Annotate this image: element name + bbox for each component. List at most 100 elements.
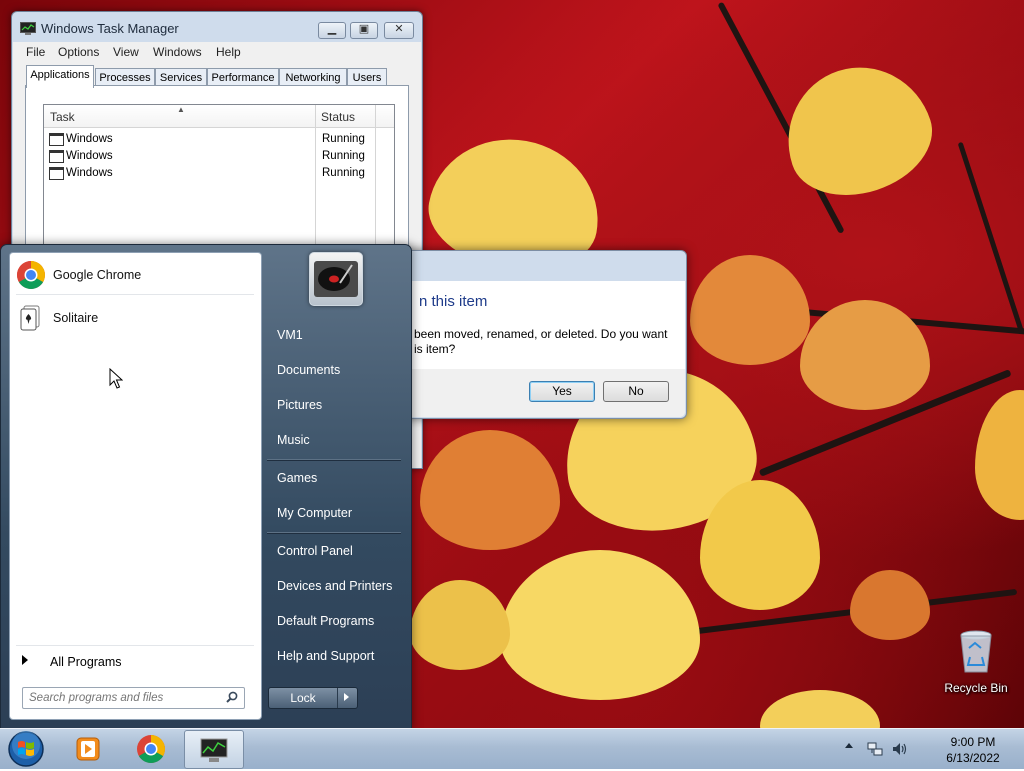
- network-icon[interactable]: [867, 741, 883, 757]
- lock-button[interactable]: Lock: [268, 687, 358, 709]
- turntable-icon: [314, 261, 358, 297]
- dialog-footer: Yes No: [394, 369, 685, 417]
- dialog-content: n this item been moved, renamed, or dele…: [394, 281, 685, 369]
- volume-icon[interactable]: [891, 741, 907, 757]
- link-label: Devices and Printers: [277, 579, 393, 593]
- minimize-icon: ▁: [327, 23, 337, 35]
- recycle-bin[interactable]: Recycle Bin: [940, 630, 1012, 695]
- search-input[interactable]: [29, 690, 219, 705]
- close-button[interactable]: ✕: [384, 22, 414, 39]
- task-manager-titlebar[interactable]: Windows Task Manager ▁ ▣ ✕: [12, 12, 422, 42]
- wallpaper-leaf: [500, 550, 700, 700]
- minimize-button[interactable]: ▁: [318, 22, 346, 39]
- start-menu[interactable]: Google Chrome Solitaire All Programs Sea…: [0, 244, 412, 730]
- wallpaper-leaf: [420, 430, 560, 550]
- column-header-task[interactable]: Task: [50, 110, 75, 124]
- start-link-control-panel[interactable]: Control Panel: [265, 538, 403, 564]
- program-label: Solitaire: [53, 311, 99, 325]
- window-icon: [49, 150, 64, 163]
- search-box[interactable]: [22, 687, 245, 709]
- dialog-message-line: is item?: [414, 342, 456, 356]
- taskbar-media-player[interactable]: [60, 730, 118, 767]
- wallpaper-leaf: [760, 690, 880, 728]
- wallpaper-leaf: [850, 570, 930, 640]
- link-label: Control Panel: [277, 544, 353, 558]
- menu-view[interactable]: View: [113, 45, 139, 59]
- start-link-pictures[interactable]: Pictures: [265, 392, 403, 418]
- chrome-icon: [17, 261, 45, 289]
- divider: [267, 459, 401, 461]
- task-list-header: ▲ Task Status: [44, 105, 394, 128]
- all-programs-label: All Programs: [50, 655, 122, 669]
- column-header-status[interactable]: Status: [321, 110, 355, 124]
- window-icon: [49, 167, 64, 180]
- no-button[interactable]: No: [603, 381, 669, 402]
- close-icon: ✕: [394, 23, 404, 35]
- start-menu-programs-pane: Google Chrome Solitaire All Programs: [9, 252, 262, 720]
- task-manager-icon: [200, 738, 228, 762]
- link-label: VM1: [277, 328, 303, 342]
- wallpaper-leaf: [410, 580, 510, 670]
- taskbar-task-manager[interactable]: [184, 730, 244, 769]
- maximize-icon: ▣: [358, 23, 370, 35]
- taskbar-chrome[interactable]: [122, 730, 180, 767]
- link-label: My Computer: [277, 506, 353, 520]
- wallpaper-leaf: [769, 48, 946, 213]
- clock-date: 6/13/2022: [946, 751, 1000, 765]
- task-name: Windows: [66, 167, 113, 179]
- start-link-documents[interactable]: Documents: [265, 357, 403, 383]
- divider: [337, 688, 338, 708]
- start-link-games[interactable]: Games: [265, 465, 403, 491]
- dialog-message-line: been moved, renamed, or deleted. Do you …: [414, 327, 668, 341]
- chrome-icon: [137, 735, 165, 763]
- yes-button[interactable]: Yes: [529, 381, 595, 402]
- menu-bar: File Options View Windows Help: [13, 42, 421, 61]
- system-clock[interactable]: 9:00 PM 6/13/2022: [930, 734, 1016, 766]
- task-manager-icon: [20, 22, 36, 35]
- table-row[interactable]: Windows Running: [44, 148, 394, 165]
- maximize-button[interactable]: ▣: [350, 22, 378, 39]
- start-link-devices-and-printers[interactable]: Devices and Printers: [265, 573, 403, 599]
- all-programs-button[interactable]: All Programs: [16, 651, 256, 673]
- start-link-default-programs[interactable]: Default Programs: [265, 608, 403, 634]
- shutdown-options-arrow-icon[interactable]: [344, 693, 349, 701]
- start-link-help-and-support[interactable]: Help and Support: [265, 643, 403, 669]
- program-google-chrome[interactable]: Google Chrome: [12, 255, 258, 295]
- menu-options[interactable]: Options: [58, 45, 99, 59]
- link-label: Games: [277, 471, 318, 485]
- start-link-my-computer[interactable]: My Computer: [265, 500, 403, 526]
- solitaire-icon: [20, 305, 40, 331]
- program-solitaire[interactable]: Solitaire: [12, 298, 258, 338]
- link-label: Default Programs: [277, 614, 375, 628]
- menu-help[interactable]: Help: [216, 45, 241, 59]
- divider: [267, 532, 401, 534]
- media-player-icon: [76, 737, 100, 761]
- program-label: Google Chrome: [53, 268, 142, 282]
- column-divider[interactable]: [315, 105, 316, 127]
- search-icon[interactable]: [226, 691, 238, 703]
- missing-shortcut-dialog[interactable]: n this item been moved, renamed, or dele…: [392, 250, 687, 419]
- start-link-music[interactable]: Music: [265, 427, 403, 453]
- table-row[interactable]: Windows Running: [44, 131, 394, 148]
- triangle-right-icon: [22, 655, 28, 665]
- divider: [16, 645, 254, 646]
- menu-file[interactable]: File: [26, 45, 45, 59]
- window-title: Windows Task Manager: [41, 21, 179, 36]
- sort-ascending-icon: ▲: [177, 105, 185, 114]
- column-divider[interactable]: [375, 105, 376, 127]
- recycle-bin-icon: [960, 630, 992, 673]
- recycle-bin-label: Recycle Bin: [944, 681, 1008, 695]
- window-icon: [49, 133, 64, 146]
- task-status: Running: [322, 167, 365, 179]
- user-picture[interactable]: [309, 252, 363, 306]
- dialog-heading: n this item: [419, 293, 488, 310]
- link-label: Pictures: [277, 398, 323, 412]
- show-hidden-icons-arrow[interactable]: [845, 743, 853, 748]
- table-row[interactable]: Windows Running: [44, 165, 394, 182]
- start-button[interactable]: [6, 730, 46, 768]
- start-link-vm1[interactable]: VM1: [265, 322, 403, 348]
- menu-windows[interactable]: Windows: [153, 45, 202, 59]
- tab-applications[interactable]: Applications: [26, 65, 94, 88]
- mouse-cursor-icon: [109, 368, 123, 389]
- divider: [16, 294, 254, 295]
